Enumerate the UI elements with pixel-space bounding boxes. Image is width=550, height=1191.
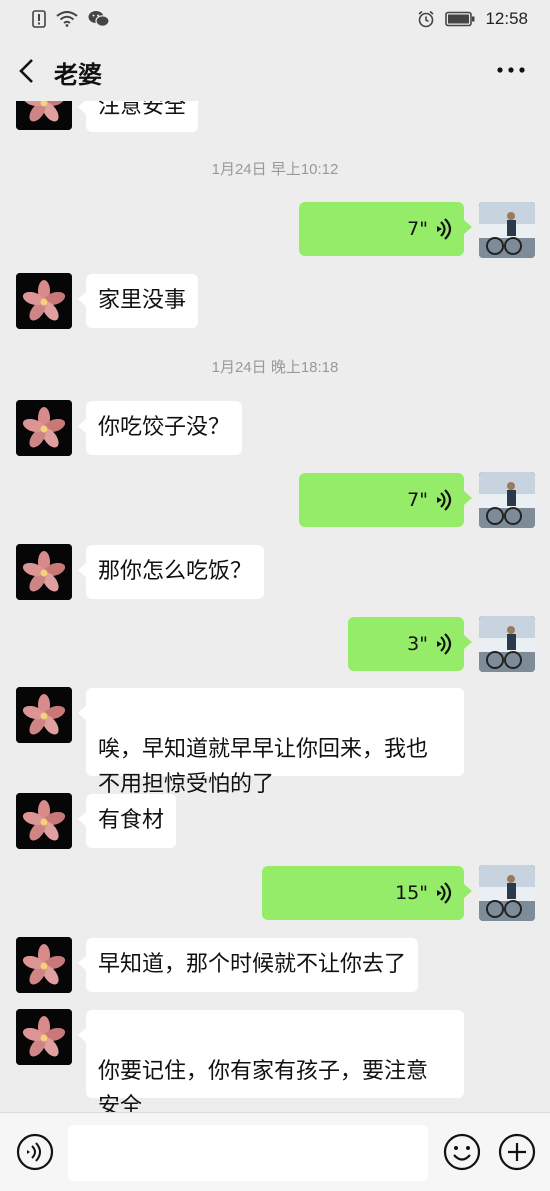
message-text: 那你怎么吃饭？ — [98, 559, 253, 584]
message-text: 唉，早知道就早早让你回来，我也 不用担惊受怕的了 — [98, 737, 429, 797]
battery-icon — [445, 11, 475, 27]
message-text: 早知道，那个时候就不让你去了 — [98, 952, 407, 977]
alert-icon — [32, 10, 46, 28]
status-bar-left — [32, 10, 110, 28]
message-text: 你吃饺子没？ — [98, 415, 231, 440]
message-text: 有食材 — [98, 808, 165, 833]
emoji-icon — [443, 1133, 481, 1171]
voice-input-button[interactable] — [16, 1133, 54, 1171]
back-icon[interactable] — [14, 56, 42, 86]
voice-message-bubble[interactable]: 3" — [348, 617, 472, 671]
status-bar-right: 12:58 — [417, 9, 528, 29]
more-functions-button[interactable] — [498, 1133, 536, 1171]
message-bubble[interactable]: 唉，早知道就早早让你回来，我也 不用担惊受怕的了 — [78, 688, 464, 797]
contact-avatar[interactable] — [16, 544, 72, 600]
contact-avatar[interactable] — [16, 1009, 72, 1065]
emoji-button[interactable] — [443, 1133, 481, 1171]
voice-content: 15" — [274, 875, 452, 911]
message-bubble[interactable]: 家里没事 — [77, 274, 199, 328]
self-avatar[interactable] — [479, 865, 535, 921]
message-bubble[interactable]: 你吃饺子没？ — [77, 401, 243, 455]
message-timestamp: 1月24日 早上10:12 — [211, 161, 339, 178]
voice-content: 3" — [360, 626, 452, 662]
contact-avatar[interactable] — [16, 937, 72, 993]
message-input[interactable] — [68, 1125, 428, 1181]
plus-icon — [498, 1133, 536, 1171]
contact-avatar[interactable] — [16, 273, 72, 329]
voice-duration: 7" — [407, 489, 428, 511]
self-avatar[interactable] — [479, 616, 535, 672]
contact-avatar[interactable] — [16, 793, 72, 849]
voice-message-bubble[interactable]: 7" — [299, 202, 472, 256]
contact-avatar[interactable] — [16, 687, 72, 743]
voice-message-bubble[interactable]: 7" — [299, 473, 472, 527]
status-bar: 12:58 — [0, 0, 550, 38]
voice-content: 7" — [311, 211, 452, 247]
voice-content: 7" — [311, 482, 452, 518]
more-icon[interactable] — [496, 60, 526, 80]
voice-wave-icon — [437, 489, 452, 511]
message-text: 家里没事 — [98, 288, 187, 313]
status-time: 12:58 — [485, 9, 528, 28]
message-bubble[interactable]: 你要记住，你有家有孩子，要注意 安全 — [78, 1010, 464, 1119]
voice-duration: 7" — [407, 218, 428, 240]
alarm-icon — [417, 10, 435, 28]
voice-input-icon — [16, 1133, 54, 1171]
message-bubble[interactable]: 那你怎么吃饭？ — [77, 545, 265, 599]
voice-wave-icon — [437, 882, 452, 904]
voice-wave-icon — [437, 633, 452, 655]
voice-duration: 15" — [395, 882, 428, 904]
voice-duration: 3" — [407, 633, 428, 655]
contact-avatar[interactable] — [16, 400, 72, 456]
wechat-icon — [88, 10, 110, 28]
message-bubble[interactable]: 早知道，那个时候就不让你去了 — [77, 938, 419, 992]
voice-message-bubble[interactable]: 15" — [262, 866, 472, 920]
message-timestamp: 1月24日 晚上18:18 — [211, 359, 339, 376]
chat-title: 老婆 — [54, 61, 102, 89]
wifi-icon — [56, 11, 78, 27]
self-avatar[interactable] — [479, 472, 535, 528]
message-bubble[interactable]: 有食材 — [77, 794, 177, 848]
self-avatar[interactable] — [479, 202, 535, 258]
input-bar — [0, 1112, 550, 1191]
chat-header-overlay: 老婆 — [0, 38, 550, 104]
message-text: 你要记住，你有家有孩子，要注意 安全 — [98, 1059, 429, 1119]
voice-wave-icon — [437, 218, 452, 240]
